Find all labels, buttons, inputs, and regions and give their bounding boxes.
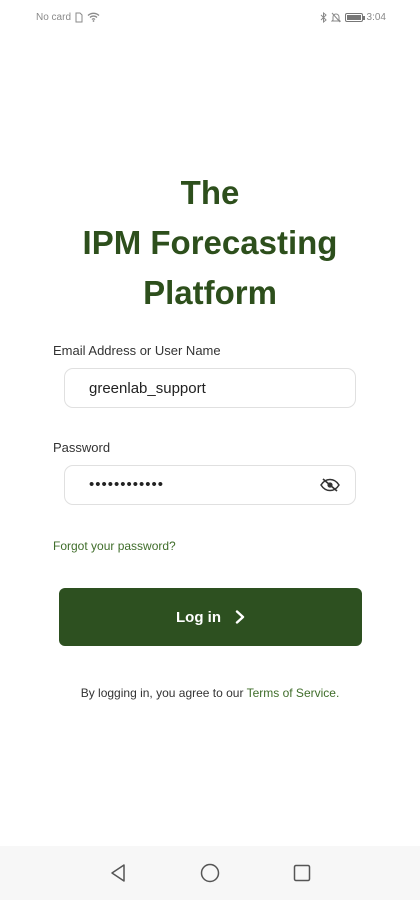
status-left: No card: [36, 12, 100, 23]
eye-off-icon[interactable]: [319, 476, 341, 494]
status-right: 3:04: [320, 11, 386, 23]
terms-of-service-link[interactable]: Terms of Service: [247, 686, 336, 700]
title-line-1: The: [180, 174, 240, 211]
sim-icon: [75, 12, 83, 23]
forgot-password-link[interactable]: Forgot your password?: [53, 539, 176, 553]
app-title: The IPM Forecasting Platform: [0, 168, 420, 318]
bluetooth-icon: [320, 11, 327, 23]
password-label: Password: [53, 440, 111, 455]
password-field[interactable]: ••••••••••••: [64, 465, 356, 505]
title-line-3: Platform: [143, 274, 277, 311]
email-field[interactable]: greenlab_support: [64, 368, 356, 408]
terms-prefix: By logging in, you agree to our: [80, 686, 247, 700]
terms-text: By logging in, you agree to our Terms of…: [0, 686, 420, 700]
status-bar: No card 3:04: [0, 0, 420, 34]
recents-icon[interactable]: [290, 861, 314, 885]
home-icon[interactable]: [198, 861, 222, 885]
login-button-label: Log in: [176, 608, 221, 626]
email-value: greenlab_support: [89, 379, 206, 397]
mute-icon: [330, 12, 341, 23]
terms-suffix: .: [335, 686, 340, 700]
back-icon[interactable]: [106, 861, 130, 885]
battery-icon: [344, 12, 365, 22]
login-button[interactable]: Log in: [59, 588, 362, 646]
navigation-bar: [0, 846, 420, 900]
title-line-2: IPM Forecasting: [82, 224, 338, 261]
carrier-text: No card: [36, 11, 72, 23]
password-value: ••••••••••••: [89, 476, 165, 493]
wifi-icon: [87, 12, 100, 22]
chevron-right-icon: [235, 610, 245, 624]
status-time: 3:04: [366, 11, 386, 23]
email-label: Email Address or User Name: [53, 343, 221, 358]
